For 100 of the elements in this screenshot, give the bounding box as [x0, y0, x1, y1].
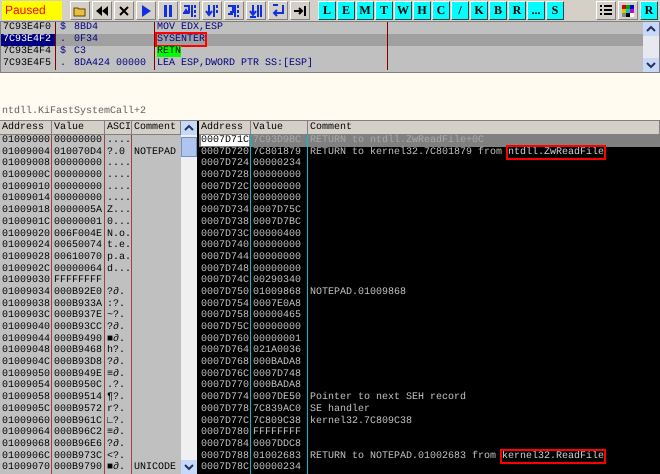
column-header[interactable]: ASCI [105, 121, 132, 134]
window-button[interactable]: / [451, 1, 469, 20]
column-header[interactable]: Address [0, 121, 52, 134]
window-button[interactable]: H [413, 1, 431, 20]
comment-cell-text: RETURN to kernel32.7C801879 from [310, 146, 504, 158]
window-button[interactable]: S [546, 1, 564, 20]
grid-icon[interactable] [618, 1, 638, 20]
scroll-up-icon[interactable] [181, 121, 197, 135]
address-cell: 0007D744 [201, 252, 250, 263]
value-cell: 00000000 [52, 158, 105, 170]
goto-button[interactable] [290, 1, 310, 20]
trace-in-button[interactable] [224, 1, 244, 20]
address-cell: 0007D754 [201, 298, 250, 310]
rewind-icon [95, 4, 109, 18]
ascii-cell: ?.0 [107, 146, 126, 158]
value-cell: 00000000 [52, 182, 105, 194]
pause-button[interactable] [158, 1, 178, 20]
address-cell: 0007D750 [201, 286, 250, 298]
play-icon [139, 4, 153, 18]
address-cell: 01009020 [0, 228, 52, 240]
address-cell: 7C93E4F4 [1, 46, 56, 58]
restart-button[interactable] [92, 1, 112, 20]
window-button[interactable]: ... [527, 1, 545, 20]
window-button[interactable]: M [356, 1, 374, 20]
marker-cell-text: . [59, 58, 68, 70]
value-cell: 006F004E [52, 228, 105, 240]
address-cell: 0007D758 [201, 310, 250, 322]
close-button[interactable] [114, 1, 134, 20]
info-text: ntdll.KiFastSystemCall+2 [2, 106, 146, 117]
column-header[interactable]: Comment [308, 121, 660, 134]
value-cell: FFFFFFFF [52, 275, 105, 287]
window-button[interactable]: B [489, 1, 507, 20]
address-cell: 01009030 [0, 275, 52, 287]
value-cell: 00000234 [251, 158, 308, 170]
hex-cell-text: 8DA424 00000 [74, 58, 148, 70]
step-in-button[interactable] [180, 1, 200, 20]
value-cell: 0007D75C [251, 205, 308, 217]
address-cell: 0007D778 [201, 404, 250, 415]
value-cell: 000B950C [52, 380, 105, 392]
window-button[interactable]: E [337, 1, 355, 20]
ascii-cell: ?∂. [107, 438, 126, 450]
ascii-cell: t.e. [107, 240, 131, 252]
value-cell: 00290340 [251, 275, 308, 287]
window-button[interactable]: L [318, 1, 336, 20]
till-return-button[interactable] [268, 1, 288, 20]
ascii-cell: ■∂. [107, 334, 126, 345]
address-cell: 0007D720 [201, 146, 250, 158]
address-cell: 01009040 [0, 322, 52, 334]
scroll-down-icon[interactable] [181, 460, 197, 474]
scroll-thumb[interactable] [181, 137, 197, 157]
run-button[interactable] [136, 1, 156, 20]
window-button[interactable]: C [432, 1, 450, 20]
column-header[interactable]: Address [199, 121, 251, 134]
step-into-icon [183, 4, 197, 18]
marker-cell-text: $ [59, 46, 68, 58]
list-icon[interactable] [596, 1, 616, 20]
value-cell: 000B949E [52, 368, 105, 380]
window-button[interactable]: R [508, 1, 526, 20]
column-header[interactable]: Value [251, 121, 308, 134]
address-cell: 01009014 [0, 193, 52, 206]
step-over-button[interactable] [202, 1, 222, 20]
value-cell: 000B973C [52, 450, 105, 462]
trace-over-button[interactable] [246, 1, 266, 20]
open-button[interactable] [70, 1, 90, 20]
address-cell: 01009050 [0, 368, 52, 380]
value-cell: 0007E0A8 [251, 298, 308, 310]
window-button[interactable]: W [394, 1, 412, 20]
scroll-down-icon[interactable] [643, 58, 659, 72]
ascii-cell: ?∂. [107, 357, 126, 368]
value-cell: 0007DE50 [251, 392, 308, 404]
window-button[interactable]: K [470, 1, 488, 20]
status-label: Paused [2, 1, 62, 20]
instruction-cell: LEA ESP,DWORD PTR SS:[ESP] [157, 58, 314, 69]
value-cell: 7C801879 [251, 146, 308, 158]
ascii-cell: <?. [107, 450, 126, 462]
address-cell: 0007D77C [201, 416, 250, 426]
scrollbar[interactable] [643, 22, 659, 72]
address-cell: 0100903C [0, 310, 52, 322]
value-cell: 000B933A [52, 298, 105, 310]
hex-cell-text: C3 [74, 46, 88, 58]
window-button[interactable]: T [375, 1, 393, 20]
address-cell: 0007D71C [201, 135, 250, 146]
address-cell: 01009060 [0, 416, 52, 428]
instruction-cell: SYSENTER [157, 34, 206, 45]
scrollbar[interactable] [181, 121, 197, 474]
value-cell: 0007DDC8 [251, 438, 308, 451]
ascii-cell: ≡∂. [107, 427, 126, 438]
window-button[interactable]: R [640, 1, 658, 20]
value-cell: FFFFFFFF [251, 427, 308, 439]
value-cell: 00000400 [251, 228, 308, 240]
column-header[interactable]: Value [52, 121, 105, 134]
address-cell: 0100904C [0, 357, 52, 369]
value-cell: 000B9572 [52, 404, 105, 416]
ascii-cell: N.o. [107, 228, 131, 240]
ascii-cell: .... [107, 182, 131, 193]
address-cell: 0100905C [0, 404, 52, 416]
address-cell: 0007D734 [201, 205, 250, 216]
value-cell: 00000000 [251, 182, 308, 194]
address-cell: 0007D738 [201, 216, 250, 228]
scroll-up-icon[interactable] [643, 22, 659, 36]
